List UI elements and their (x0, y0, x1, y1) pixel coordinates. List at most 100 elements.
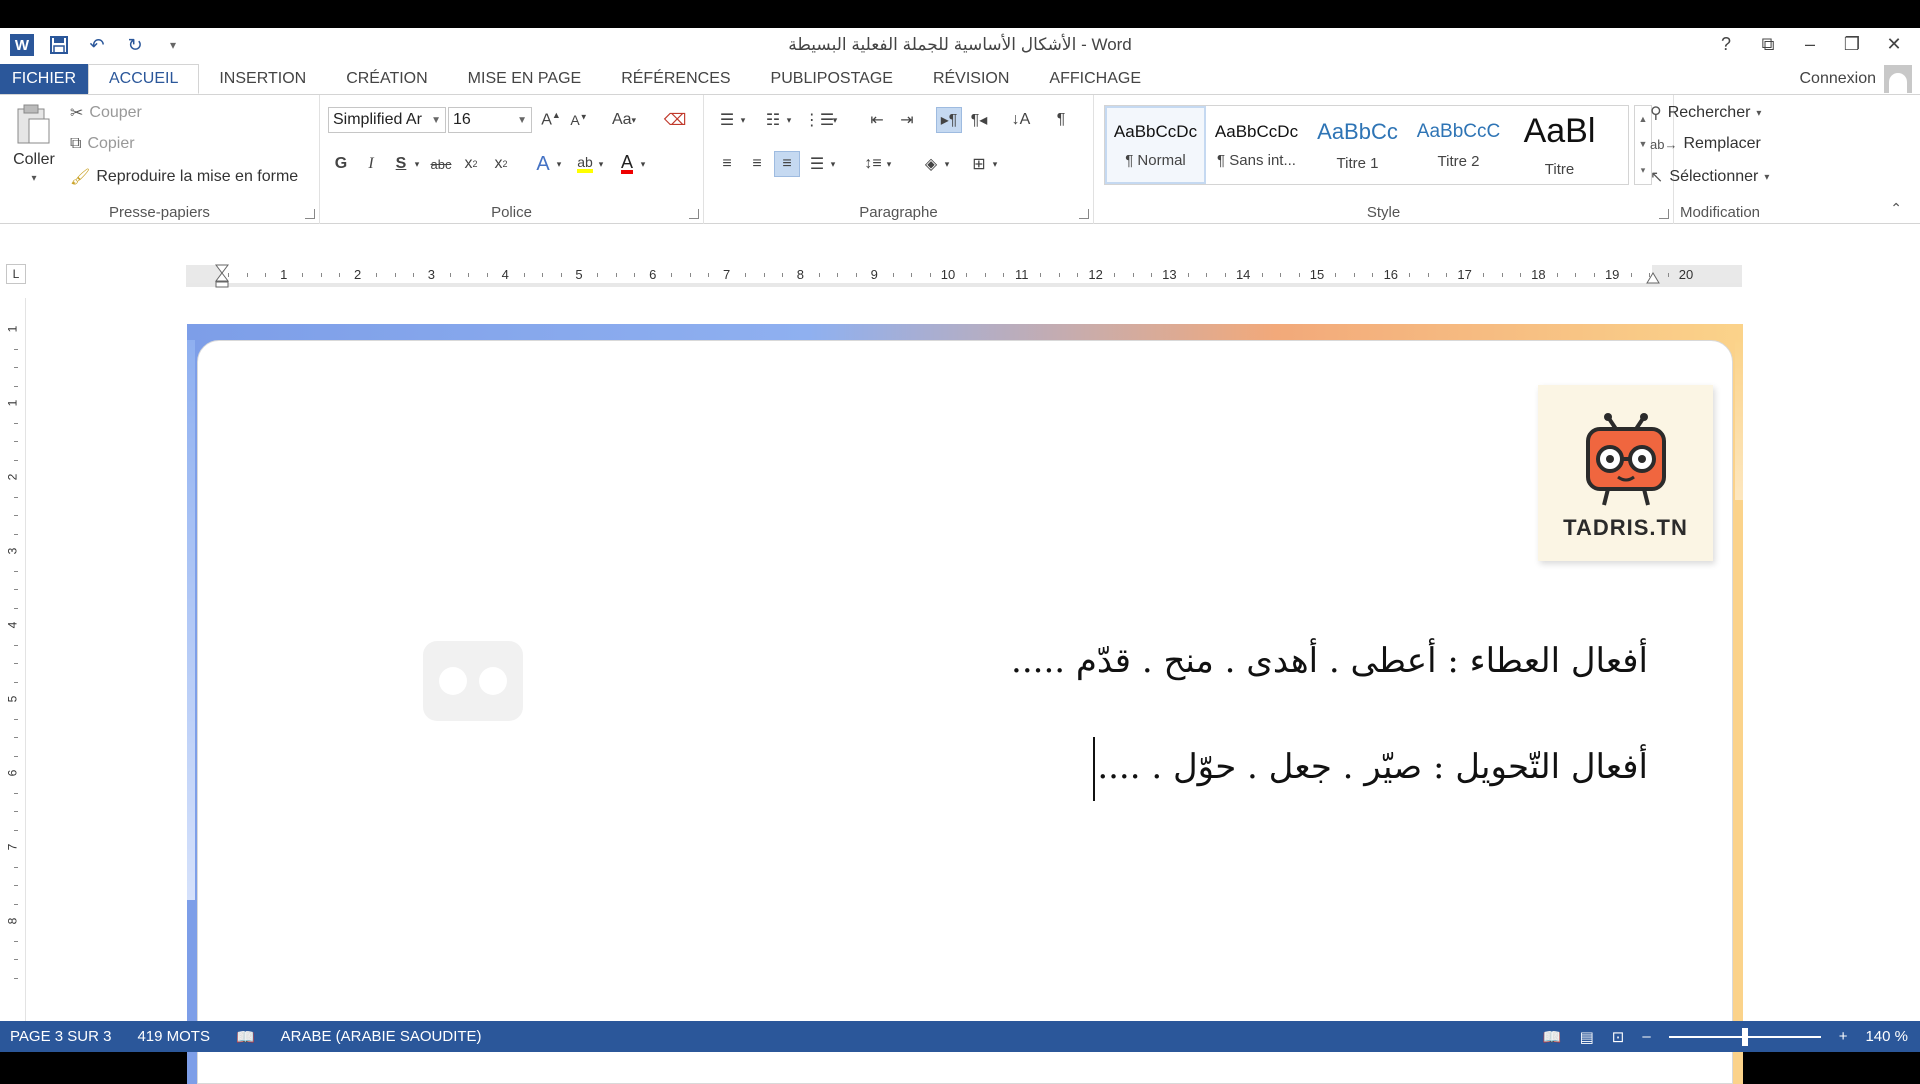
style-normal[interactable]: AaBbCcDc ¶ Normal (1105, 106, 1206, 184)
ltr-direction-icon[interactable]: ▸¶ (936, 107, 962, 133)
format-painter-label: Reproduire la mise en forme (96, 168, 299, 185)
align-left-icon[interactable]: ≡ (714, 151, 740, 177)
bullets-dropdown-icon[interactable]: ▾ (736, 107, 750, 133)
ruler-tick (892, 273, 894, 277)
shrink-font-button[interactable]: A▼ (566, 107, 592, 133)
superscript-icon[interactable]: x2 (488, 151, 514, 177)
tab-creation[interactable]: CRÉATION (326, 64, 447, 94)
ruler-tick (1353, 273, 1355, 277)
minimize-icon[interactable]: – (1792, 30, 1828, 58)
tab-publipostage[interactable]: PUBLIPOSTAGE (751, 64, 913, 94)
rtl-direction-icon[interactable]: ¶◂ (966, 107, 992, 133)
ruler-tick (855, 273, 857, 277)
tab-references[interactable]: RÉFÉRENCES (601, 64, 750, 94)
close-icon[interactable]: ✕ (1876, 30, 1912, 58)
justify-dropdown-icon[interactable]: ▾ (826, 151, 840, 177)
format-painter-button[interactable]: 🖌 Reproduire la mise en forme (70, 167, 298, 187)
ruler-tick (1280, 273, 1282, 277)
align-right-icon[interactable]: ≡ (774, 151, 800, 177)
underline-dropdown-icon[interactable]: ▾ (410, 151, 424, 177)
vertical-ruler[interactable]: 1 1 2 3 4 5 6 7 8 (5, 298, 26, 1048)
tab-accueil[interactable]: ACCUEIL (88, 64, 200, 94)
sign-in-label: Connexion (1799, 70, 1877, 87)
horizontal-ruler[interactable]: 1 2 3 4 5 6 7 8 9 10 11 12 13 14 15 16 17 18 19 20 (186, 264, 1742, 288)
subscript-icon[interactable]: x2 (458, 151, 484, 177)
text-effects-dropdown-icon[interactable]: ▾ (552, 151, 566, 177)
multilevel-dropdown-icon[interactable]: ▾ (828, 107, 842, 133)
zoom-slider[interactable] (1668, 1027, 1821, 1046)
style-no-spacing[interactable]: AaBbCcDc ¶ Sans int... (1206, 106, 1307, 184)
show-formatting-marks-icon[interactable]: ¶ (1048, 107, 1074, 133)
print-layout-icon[interactable]: ▤ (1580, 1028, 1594, 1046)
tadris-logo: TADRIS.TN (1538, 385, 1713, 561)
cut-button[interactable]: ✂ Couper (70, 103, 142, 123)
zoom-in-icon[interactable]: + (1839, 1028, 1848, 1045)
clipboard-dialog-launcher[interactable] (305, 209, 315, 219)
find-button[interactable]: ⚲ Rechercher ▾ (1650, 103, 1761, 123)
replace-label: Remplacer (1683, 135, 1761, 152)
decrease-indent-icon[interactable]: ⇤ (864, 107, 890, 133)
vertical-ruler-number: 4 (5, 621, 20, 629)
zoom-level[interactable]: 140 % (1865, 1028, 1908, 1045)
language-indicator[interactable]: ARABE (ARABIE SAOUDITE) (281, 1028, 482, 1045)
ruler-area: L 1 2 3 4 5 6 7 8 9 10 11 12 13 14 15 16 17 18 19 20 (0, 224, 1920, 292)
change-case-button[interactable]: Aa ▾ (604, 107, 644, 133)
zoom-out-icon[interactable]: – (1642, 1028, 1650, 1045)
sort-icon[interactable]: ↓A (1008, 107, 1034, 133)
font-name-combo[interactable]: Simplified Ar ▼ (328, 107, 446, 133)
page-body[interactable]: TADRIS.TN أفعال العطاء : أعطى . أهدى . م… (197, 340, 1733, 1084)
ruler-tick (911, 273, 913, 277)
proofing-icon[interactable]: 📖 (236, 1028, 255, 1046)
strikethrough-icon[interactable]: abc (428, 151, 454, 177)
align-center-icon[interactable]: ≡ (744, 151, 770, 177)
font-size-combo[interactable]: 16 ▼ (448, 107, 532, 133)
zoom-slider-thumb[interactable] (1741, 1027, 1748, 1046)
vertical-ruler-tick (14, 348, 18, 350)
tab-revision[interactable]: RÉVISION (913, 64, 1029, 94)
shading-dropdown-icon[interactable]: ▾ (940, 151, 954, 177)
select-button[interactable]: ↖ Sélectionner ▾ (1650, 167, 1769, 187)
word-count[interactable]: 419 MOTS (137, 1028, 210, 1045)
style-heading-2[interactable]: AaBbCcC Titre 2 (1408, 106, 1509, 184)
font-dialog-launcher[interactable] (689, 209, 699, 219)
highlight-dropdown-icon[interactable]: ▾ (594, 151, 608, 177)
italic-button[interactable]: I (358, 151, 384, 177)
tab-fichier[interactable]: FICHIER (0, 64, 88, 94)
tab-insertion[interactable]: INSERTION (199, 64, 326, 94)
replace-button[interactable]: ab→ Remplacer (1650, 135, 1761, 153)
ruler-tick (1630, 273, 1632, 277)
style-title[interactable]: AaBl Titre (1509, 106, 1610, 184)
numbering-dropdown-icon[interactable]: ▾ (782, 107, 796, 133)
collapse-ribbon-icon[interactable]: ⌃ (1890, 200, 1902, 217)
right-indent-marker-icon[interactable] (1646, 271, 1660, 285)
tab-selector[interactable]: L (6, 264, 26, 284)
page-count[interactable]: PAGE 3 SUR 3 (10, 1028, 111, 1045)
tab-affichage[interactable]: AFFICHAGE (1029, 64, 1161, 94)
bold-button[interactable]: G (328, 151, 354, 177)
document-line-1[interactable]: أفعال العطاء : أعطى . أهدى . منح . قدّم … (1011, 641, 1648, 681)
style-heading-1[interactable]: AaBbCc Titre 1 (1307, 106, 1408, 184)
document-page: TADRIS.TN أفعال العطاء : أعطى . أهدى . م… (187, 324, 1743, 1084)
web-layout-icon[interactable]: ⊡ (1612, 1028, 1625, 1046)
document-line-2[interactable]: أفعال التّحويل : صيّر . جعل . حوّل . ...… (1093, 737, 1648, 801)
increase-indent-icon[interactable]: ⇥ (894, 107, 920, 133)
paste-button[interactable]: Coller ▾ (10, 103, 58, 184)
copy-button[interactable]: ⧉ Copier (70, 135, 135, 153)
help-icon[interactable]: ? (1708, 30, 1744, 58)
tab-mise-en-page[interactable]: MISE EN PAGE (448, 64, 602, 94)
paragraph-dialog-launcher[interactable] (1079, 209, 1089, 219)
paste-dropdown-icon[interactable]: ▾ (31, 173, 36, 184)
ruler-tick (1114, 273, 1116, 277)
restore-icon[interactable]: ❐ (1834, 30, 1870, 58)
status-left: PAGE 3 SUR 3 419 MOTS 📖 ARABE (ARABIE SA… (10, 1021, 482, 1052)
sign-in[interactable]: Connexion (1799, 64, 1912, 94)
clear-formatting-icon[interactable]: ⌫ (662, 107, 688, 133)
copy-icon: ⧉ (70, 135, 82, 152)
grow-font-button[interactable]: A▲ (538, 107, 564, 133)
group-font: Simplified Ar ▼ 16 ▼ A▲ A▼ Aa ▾ ⌫ G I S ▾… (320, 95, 704, 225)
font-color-dropdown-icon[interactable]: ▾ (636, 151, 650, 177)
ribbon-display-options-icon[interactable]: ⧉ (1750, 30, 1786, 58)
read-mode-icon[interactable]: 📖 (1543, 1028, 1562, 1046)
line-spacing-dropdown-icon[interactable]: ▾ (882, 151, 896, 177)
borders-dropdown-icon[interactable]: ▾ (988, 151, 1002, 177)
